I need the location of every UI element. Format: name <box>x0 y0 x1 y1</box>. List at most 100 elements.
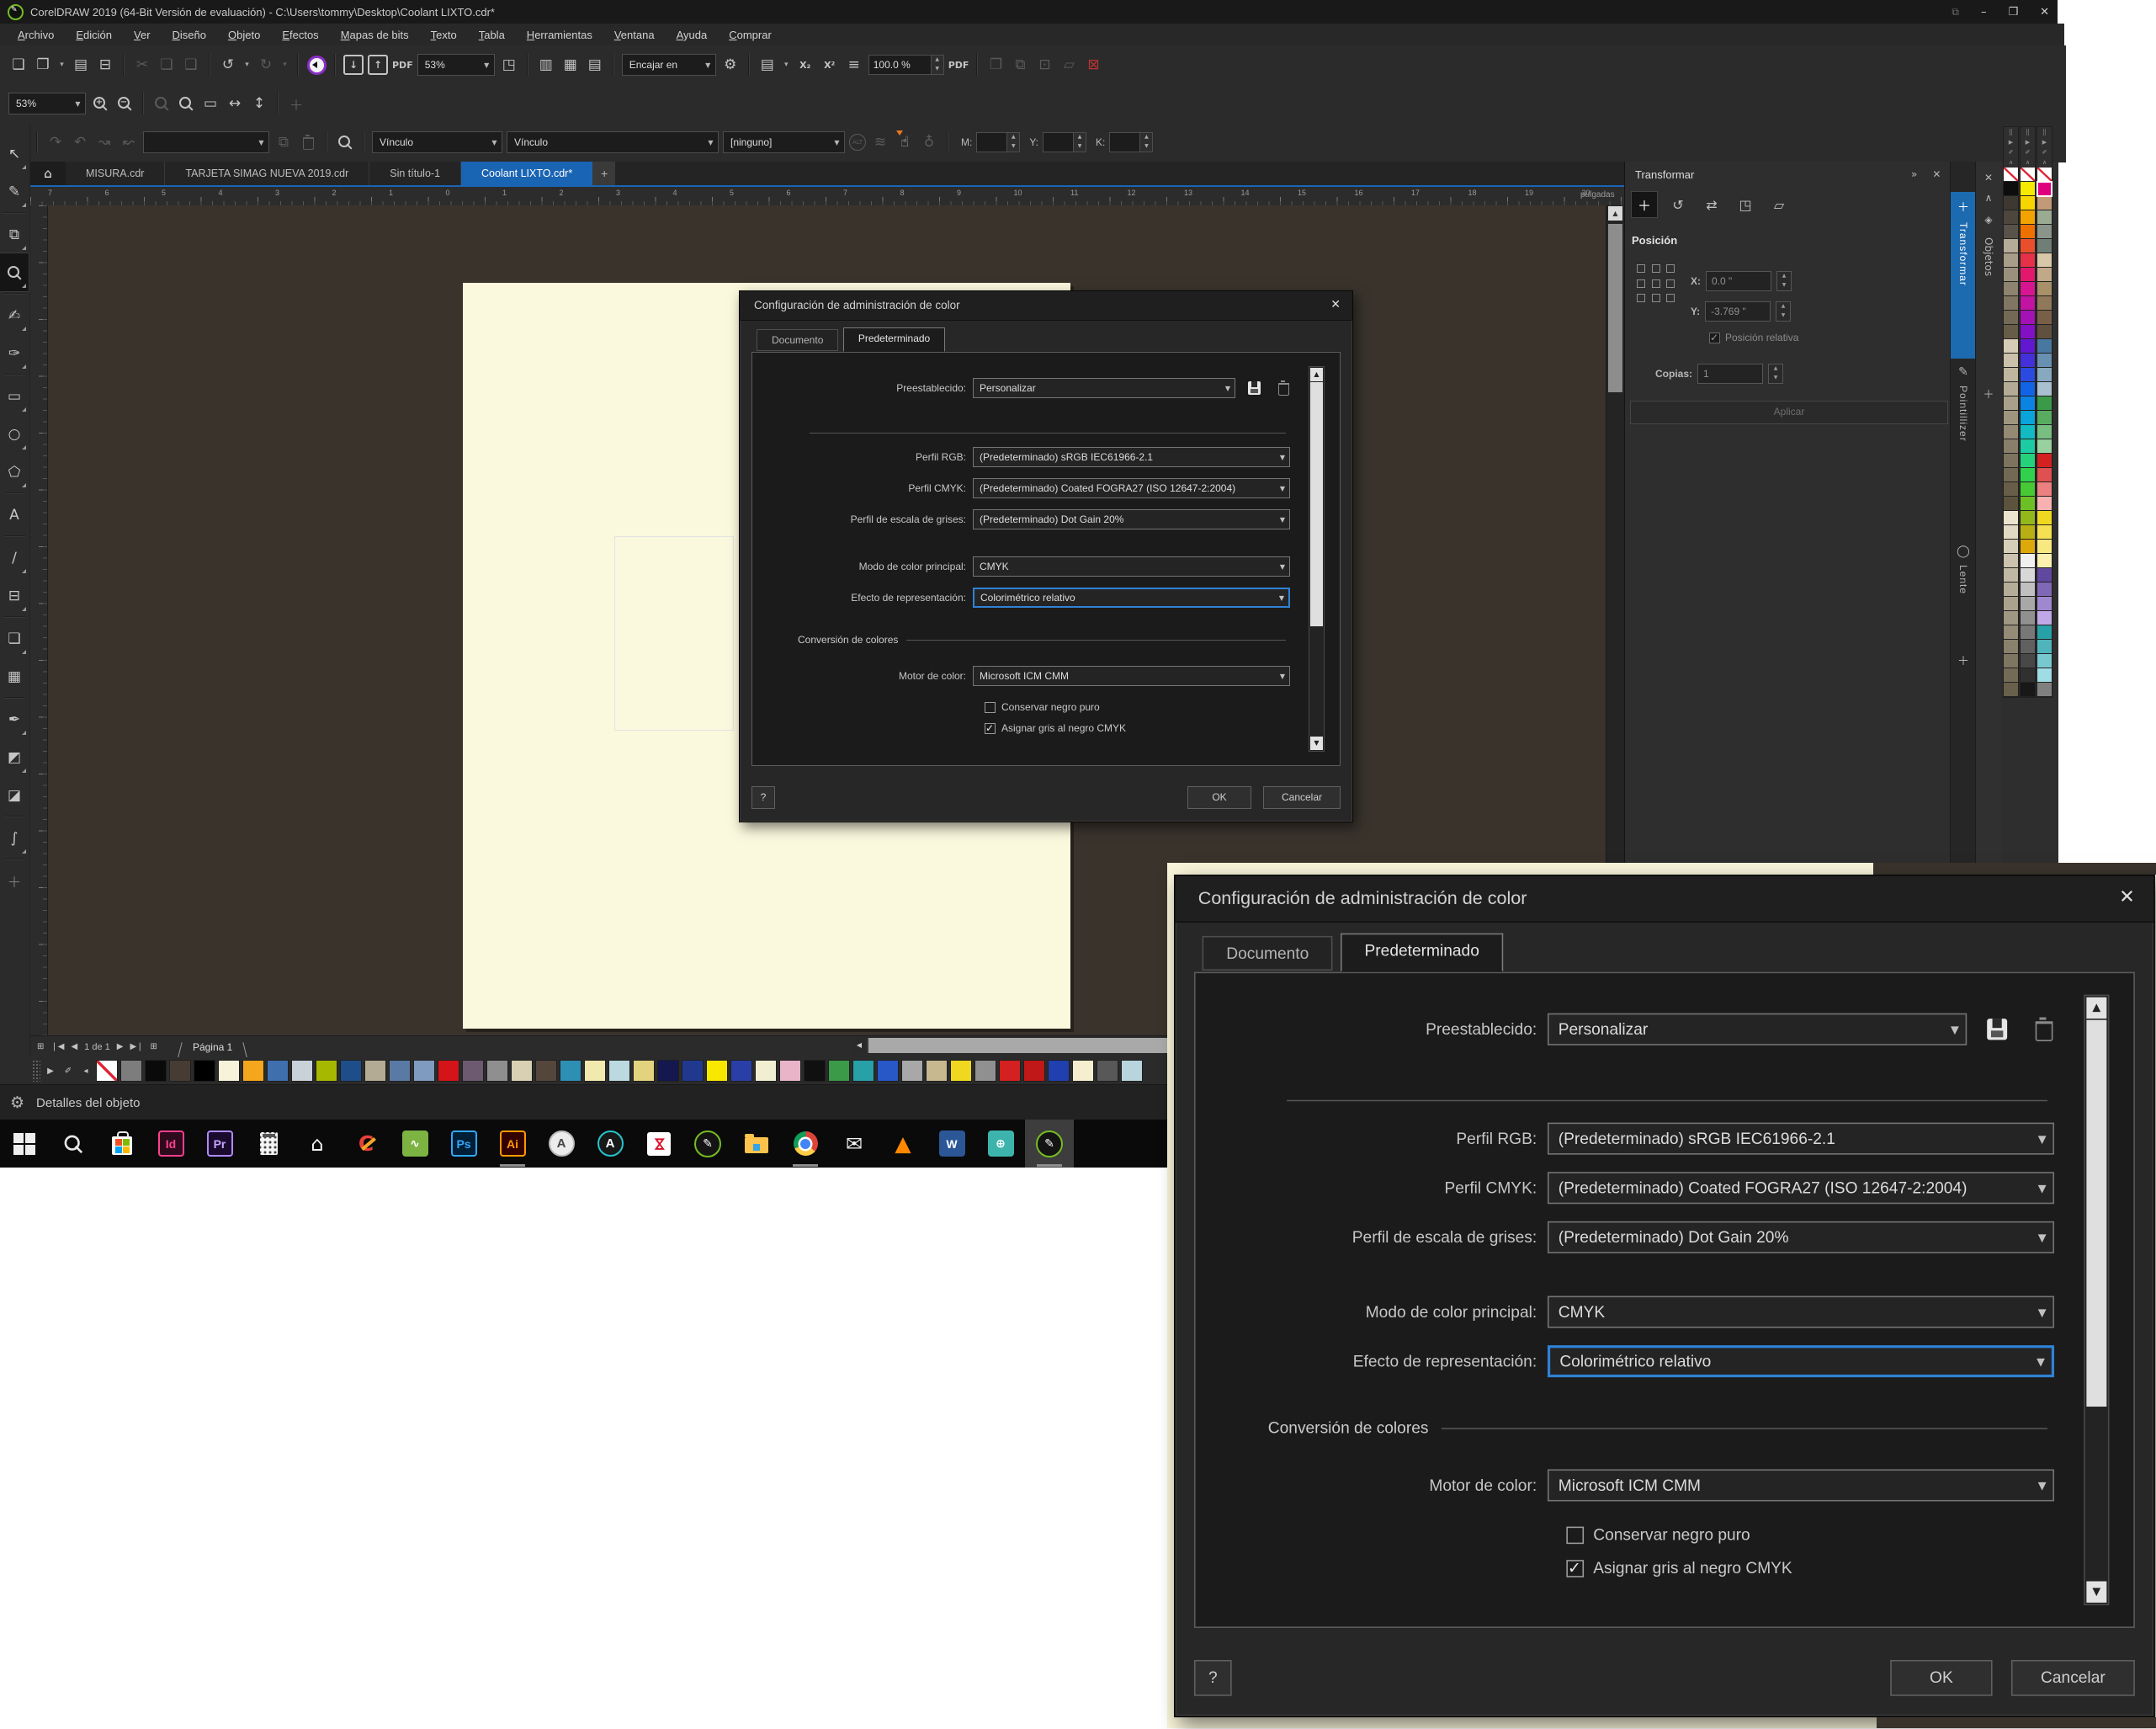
color-swatch[interactable] <box>2021 568 2035 583</box>
color-swatch[interactable] <box>2037 654 2052 668</box>
connector-tool[interactable]: ⊟ <box>0 577 29 614</box>
color-swatch[interactable] <box>2037 454 2052 468</box>
palette-eyedropper-icon[interactable]: ✐ <box>2004 147 2018 157</box>
color-swatch[interactable] <box>2021 668 2035 683</box>
dialog-scroll-up-icon[interactable]: ▲ <box>1310 368 1323 381</box>
document-options-dropdown-icon[interactable]: ▾ <box>782 54 791 76</box>
document-tab[interactable]: MISURA.cdr <box>66 162 165 185</box>
duplicate-state-icon[interactable]: ⧉ <box>273 131 294 153</box>
color-swatch[interactable] <box>755 1060 777 1082</box>
crop-tool[interactable]: ⧉ <box>0 215 29 253</box>
delete-preset-icon[interactable] <box>1272 378 1294 398</box>
color-swatch[interactable] <box>2021 396 2035 411</box>
rollover-create-icon[interactable]: ↷ <box>45 131 66 153</box>
taskbar-icon-microsoft-store[interactable] <box>98 1120 146 1168</box>
collapse-objects-icon[interactable]: ∧ <box>1976 192 2001 204</box>
color-swatch[interactable] <box>2021 683 2035 697</box>
color-swatch[interactable] <box>2004 196 2018 210</box>
grayscale-profile-combo[interactable]: (Predeterminado) Dot Gain 20%▼ <box>1548 1221 2054 1253</box>
web-text-compatible-icon[interactable]: ♁ <box>919 131 939 153</box>
color-swatch[interactable] <box>2021 296 2035 311</box>
color-swatch[interactable] <box>1121 1060 1143 1082</box>
palette-flyout-icon[interactable]: ▶ <box>2004 137 2018 147</box>
color-swatch[interactable] <box>2037 210 2052 225</box>
alt-comments-icon[interactable]: ALT <box>849 134 866 151</box>
color-swatch[interactable] <box>2004 583 2018 597</box>
color-swatch[interactable] <box>389 1060 411 1082</box>
smart-fill-tool[interactable]: ◪ <box>0 776 29 814</box>
color-swatch[interactable] <box>145 1060 167 1082</box>
open-document-icon[interactable]: ❐ <box>33 54 53 76</box>
freehand-tool[interactable]: ✍ <box>0 296 29 334</box>
previous-page-button[interactable]: ◀ <box>71 1042 77 1051</box>
color-swatch[interactable] <box>2037 396 2052 411</box>
color-swatch[interactable] <box>194 1060 215 1082</box>
color-swatch[interactable] <box>1072 1060 1094 1082</box>
color-swatch[interactable] <box>2037 625 2052 640</box>
color-engine-combo[interactable]: Microsoft ICM CMM▼ <box>1548 1469 2054 1501</box>
apply-button[interactable]: Aplicar <box>1630 401 1948 424</box>
grayscale-profile-combo[interactable]: (Predeterminado) Dot Gain 20%▼ <box>973 509 1290 529</box>
page-tab[interactable]: Página 1 <box>176 1041 249 1053</box>
scale-mirror-transform-icon[interactable]: ⇄ <box>1699 192 1724 217</box>
color-swatch[interactable] <box>2004 468 2018 482</box>
taskbar-icon-acrobat-reader[interactable]: ⋈ <box>635 1120 683 1168</box>
taskbar-icon-home-app[interactable]: ⌂ <box>293 1120 342 1168</box>
color-swatch[interactable] <box>438 1060 459 1082</box>
color-swatch[interactable] <box>2037 339 2052 354</box>
artistic-media-tool[interactable]: ✑ <box>0 334 29 372</box>
palette-collapse-icon[interactable]: ∧ <box>2004 157 2018 168</box>
color-swatch[interactable] <box>2037 168 2052 182</box>
cancel-button[interactable]: Cancelar <box>2011 1660 2135 1696</box>
dialog-scroll-thumb[interactable] <box>1310 382 1323 626</box>
add-page-icon-right[interactable]: ⊞ <box>151 1042 157 1051</box>
color-swatch[interactable] <box>2004 182 2018 196</box>
palette-scroll-left-icon[interactable]: ◂ <box>78 1067 93 1076</box>
color-swatch[interactable] <box>2037 354 2052 368</box>
color-swatch[interactable] <box>2004 368 2018 382</box>
color-swatch[interactable] <box>2004 339 2018 354</box>
taskbar-icon-artrage[interactable]: A <box>586 1120 635 1168</box>
color-swatch[interactable] <box>1097 1060 1118 1082</box>
color-swatch[interactable] <box>413 1060 435 1082</box>
color-swatch[interactable] <box>950 1060 972 1082</box>
dialog-scroll-up-icon[interactable]: ▲ <box>2086 998 2106 1019</box>
color-swatch[interactable] <box>2037 540 2052 554</box>
taskbar-icon-mail[interactable]: ✉ <box>830 1120 879 1168</box>
objects-icon[interactable]: ◈ <box>1976 214 2001 226</box>
color-swatch[interactable] <box>2021 597 2035 611</box>
redo-icon[interactable]: ↻ <box>256 54 276 76</box>
color-swatch[interactable] <box>2021 439 2035 454</box>
color-swatch[interactable] <box>2004 568 2018 583</box>
color-swatch[interactable] <box>2021 182 2035 196</box>
dialog-scroll-thumb[interactable] <box>2086 1020 2106 1407</box>
zoom-in-icon[interactable]: + <box>90 93 110 114</box>
dialog-titlebar[interactable]: Configuración de administración de color… <box>740 291 1352 321</box>
color-swatch[interactable] <box>2021 253 2035 268</box>
menu-ventana[interactable]: Ventana <box>603 26 666 44</box>
zoom-tool[interactable] <box>0 253 29 291</box>
menu-herramientas[interactable]: Herramientas <box>516 26 603 44</box>
color-swatch[interactable] <box>2021 540 2035 554</box>
vertical-ruler[interactable] <box>30 205 48 1035</box>
color-swatch[interactable] <box>2004 311 2018 325</box>
color-swatch[interactable] <box>2021 225 2035 239</box>
redo-dropdown-icon[interactable]: ▾ <box>280 54 289 76</box>
color-swatch[interactable] <box>2037 282 2052 296</box>
preserve-pure-black-checkbox[interactable] <box>985 702 996 713</box>
target-frame-combo[interactable]: [ninguno]▼ <box>723 131 845 153</box>
parallel-dimension-tool[interactable]: ∕ <box>0 539 29 577</box>
palette-eyedropper-icon[interactable]: ✐ <box>61 1067 76 1076</box>
color-swatch[interactable] <box>2021 454 2035 468</box>
new-document-icon[interactable]: ❏ <box>8 54 29 76</box>
color-swatch[interactable] <box>2004 396 2018 411</box>
color-swatch[interactable] <box>2021 239 2035 253</box>
color-swatch[interactable] <box>560 1060 581 1082</box>
show-guidelines-icon[interactable]: ▤ <box>585 54 605 76</box>
superscript-icon[interactable]: X² <box>820 54 840 76</box>
map-gray-to-cmyk-black-checkbox[interactable] <box>1566 1559 1584 1577</box>
skew-transform-icon[interactable]: ▱ <box>1766 192 1792 217</box>
color-swatch[interactable] <box>291 1060 313 1082</box>
rendering-intent-combo[interactable]: Colorimétrico relativo▼ <box>973 588 1290 608</box>
color-swatch[interactable] <box>2021 368 2035 382</box>
